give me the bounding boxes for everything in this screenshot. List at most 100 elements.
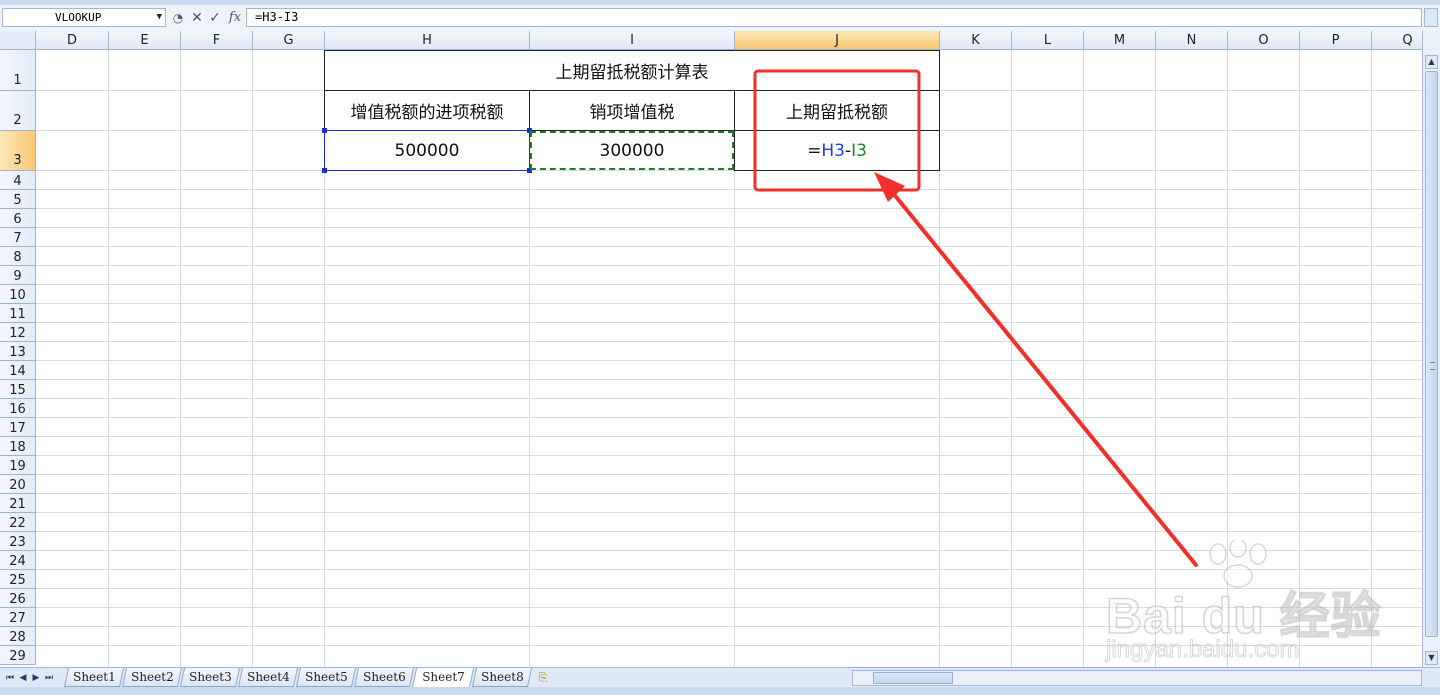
chevron-down-icon[interactable]: ▼ xyxy=(157,9,162,26)
column-header-g[interactable]: G xyxy=(253,31,325,50)
gridline xyxy=(36,493,1422,494)
gridline xyxy=(180,50,181,667)
row-header-17[interactable]: 17 xyxy=(0,418,36,437)
formula-ref-i3: I3 xyxy=(851,140,867,161)
tab-label: Sheet3 xyxy=(188,670,232,684)
last-sheet-icon[interactable]: ⏭ xyxy=(43,670,55,686)
row-header-21[interactable]: 21 xyxy=(0,494,36,513)
first-sheet-icon[interactable]: ⏮ xyxy=(4,670,16,686)
formula-bar-expand-button[interactable] xyxy=(1424,8,1438,27)
scroll-thumb[interactable] xyxy=(1425,71,1438,637)
header-cell-i2[interactable]: 销项增值税 xyxy=(529,90,735,131)
row-header-9[interactable]: 9 xyxy=(0,266,36,285)
gridline xyxy=(36,417,1422,418)
column-header-l[interactable]: L xyxy=(1012,31,1084,50)
sheet-tab-sheet1[interactable]: Sheet1 xyxy=(63,668,125,687)
row-header-22[interactable]: 22 xyxy=(0,513,36,532)
row-header-13[interactable]: 13 xyxy=(0,342,36,361)
row-header-5[interactable]: 5 xyxy=(0,190,36,209)
row-header-18[interactable]: 18 xyxy=(0,437,36,456)
gridline xyxy=(36,265,1422,266)
range-handle[interactable] xyxy=(322,168,327,173)
tab-label: Sheet7 xyxy=(421,670,465,684)
sheet-tab-sheet6[interactable]: Sheet6 xyxy=(353,668,415,687)
header-label: 上期留抵税额 xyxy=(786,103,888,123)
sheet-tab-sheet5[interactable]: Sheet5 xyxy=(295,668,357,687)
tab-label: Sheet8 xyxy=(480,670,524,684)
column-header-q[interactable]: Q xyxy=(1372,31,1422,50)
table-title-cell[interactable]: 上期留抵税额计算表 xyxy=(324,50,940,91)
row-header-2[interactable]: 2 xyxy=(0,91,36,131)
column-header-p[interactable]: P xyxy=(1300,31,1372,50)
select-all-corner[interactable] xyxy=(0,31,36,50)
gridline xyxy=(36,455,1422,456)
column-header-o[interactable]: O xyxy=(1228,31,1300,50)
row-header-3[interactable]: 3 xyxy=(0,131,36,171)
row-header-19[interactable]: 19 xyxy=(0,456,36,475)
gridline xyxy=(1083,50,1084,667)
row-header-6[interactable]: 6 xyxy=(0,209,36,228)
sheet-tab-sheet8[interactable]: Sheet8 xyxy=(471,668,533,687)
vertical-scrollbar[interactable]: ▲ ▼ xyxy=(1422,31,1440,667)
scroll-down-icon[interactable]: ▼ xyxy=(1425,651,1438,665)
next-sheet-icon[interactable]: ▶ xyxy=(30,670,42,686)
sheet-tab-sheet4[interactable]: Sheet4 xyxy=(237,668,299,687)
row-header-10[interactable]: 10 xyxy=(0,285,36,304)
fx-icon[interactable]: fx xyxy=(226,9,244,27)
column-header-k[interactable]: K xyxy=(940,31,1012,50)
sheet-tab-sheet2[interactable]: Sheet2 xyxy=(121,668,183,687)
header-cell-j2[interactable]: 上期留抵税额 xyxy=(734,90,940,131)
grip-icon xyxy=(1430,362,1435,370)
formula-input[interactable]: =H3-I3 xyxy=(246,8,1422,27)
row-header-11[interactable]: 11 xyxy=(0,304,36,323)
row-header-12[interactable]: 12 xyxy=(0,323,36,342)
gridline xyxy=(36,398,1422,399)
name-box[interactable]: VLOOKUP ▼ xyxy=(2,8,166,27)
scroll-up-icon[interactable]: ▲ xyxy=(1425,55,1438,69)
range-handle[interactable] xyxy=(322,128,327,133)
row-header-15[interactable]: 15 xyxy=(0,380,36,399)
sheet-tab-sheet3[interactable]: Sheet3 xyxy=(179,668,241,687)
header-cell-h2[interactable]: 增值税额的进项税额 xyxy=(324,90,530,131)
scroll-thumb[interactable] xyxy=(873,672,953,684)
expand-icon[interactable]: ◔ xyxy=(170,9,186,27)
column-header-e[interactable]: E xyxy=(109,31,181,50)
row-header-16[interactable]: 16 xyxy=(0,399,36,418)
cancel-icon[interactable]: ✕ xyxy=(190,9,204,27)
gridline xyxy=(36,303,1422,304)
column-header-j[interactable]: J xyxy=(735,31,940,50)
row-header-25[interactable]: 25 xyxy=(0,570,36,589)
column-header-f[interactable]: F xyxy=(181,31,253,50)
gridline xyxy=(252,50,253,667)
row-header-23[interactable]: 23 xyxy=(0,532,36,551)
cell-i3[interactable]: 300000 xyxy=(530,131,734,170)
cell-h3[interactable]: 500000 xyxy=(324,130,530,171)
row-header-29[interactable]: 29 xyxy=(0,646,36,665)
row-header-27[interactable]: 27 xyxy=(0,608,36,627)
sheet-tab-sheet7[interactable]: Sheet7 xyxy=(411,668,475,688)
prev-sheet-icon[interactable]: ◀ xyxy=(17,670,29,686)
column-header-d[interactable]: D xyxy=(36,31,109,50)
row-header-4[interactable]: 4 xyxy=(0,171,36,190)
row-header-26[interactable]: 26 xyxy=(0,589,36,608)
column-header-i[interactable]: I xyxy=(530,31,735,50)
enter-icon[interactable]: ✓ xyxy=(207,9,223,27)
row-header-24[interactable]: 24 xyxy=(0,551,36,570)
header-label: 增值税额的进项税额 xyxy=(350,103,504,123)
row-header-8[interactable]: 8 xyxy=(0,247,36,266)
row-header-1[interactable]: 1 xyxy=(0,50,36,91)
column-header-h[interactable]: H xyxy=(325,31,530,50)
cell-j3-editing[interactable]: = H3- I3 xyxy=(734,130,940,171)
row-header-14[interactable]: 14 xyxy=(0,361,36,380)
gridline xyxy=(1371,50,1372,667)
insert-sheet-icon[interactable]: ⎘ xyxy=(534,670,552,685)
row-header-28[interactable]: 28 xyxy=(0,627,36,646)
row-header-20[interactable]: 20 xyxy=(0,475,36,494)
column-header-m[interactable]: M xyxy=(1084,31,1156,50)
row-header-7[interactable]: 7 xyxy=(0,228,36,247)
gridline xyxy=(36,208,1422,209)
table-title: 上期留抵税额计算表 xyxy=(555,63,709,83)
tab-label: Sheet5 xyxy=(304,670,348,684)
column-header-n[interactable]: N xyxy=(1156,31,1228,50)
horizontal-scrollbar[interactable] xyxy=(852,670,1422,686)
